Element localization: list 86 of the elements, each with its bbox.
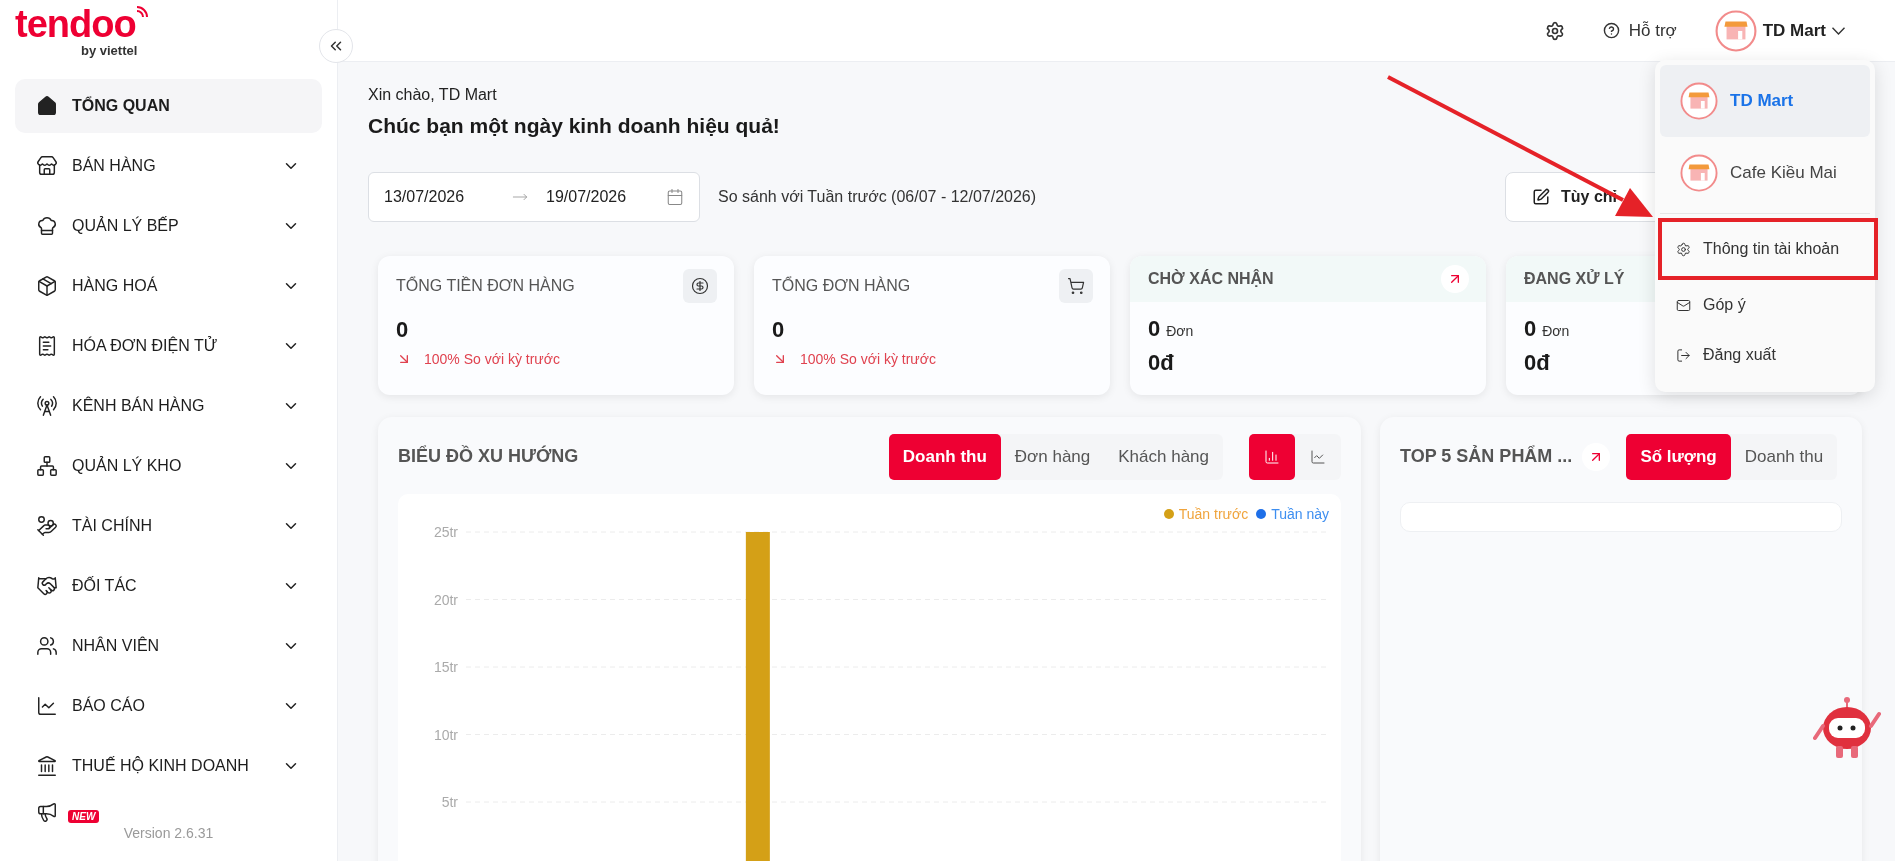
handshake-icon <box>36 575 58 597</box>
edit-icon <box>1532 188 1550 206</box>
store-item[interactable]: Cafe Kiều Mai <box>1660 137 1870 209</box>
tab[interactable]: Số lượng <box>1626 433 1731 480</box>
menu-item[interactable]: Đăng xuất <box>1658 330 1878 380</box>
tab[interactable]: Doanh thu <box>1730 433 1838 480</box>
logout-icon <box>1676 347 1691 363</box>
sidebar-item[interactable]: QUẢN LÝ KHO <box>15 439 322 493</box>
card-value: 0 <box>1524 316 1537 341</box>
change-text: 100% So với kỳ trước <box>800 351 936 367</box>
axis-label: 10tr <box>433 726 458 743</box>
help-button[interactable]: Hỗ trợ <box>1602 20 1677 41</box>
sidebar-item[interactable]: KÊNH BÁN HÀNG <box>15 379 322 433</box>
chef-hat-icon <box>36 215 58 237</box>
card-title: CHỜ XÁC NHẬN <box>1148 270 1274 288</box>
antenna-icon <box>36 395 58 417</box>
signal-waves-icon <box>135 4 150 18</box>
bar-chart-icon <box>1264 448 1280 465</box>
store-icon <box>36 155 58 177</box>
store-avatar-icon <box>1680 154 1718 192</box>
hierarchy-icon <box>36 455 58 477</box>
panel-title: BIỂU ĐỒ XU HƯỚNG <box>398 446 580 467</box>
megaphone-icon[interactable] <box>36 801 58 823</box>
line-chart-icon <box>1310 448 1326 465</box>
calendar-icon <box>666 188 684 206</box>
store-avatar-icon <box>1714 9 1757 52</box>
sidebar-item[interactable]: QUẢN LÝ BẾP <box>15 199 322 253</box>
tab[interactable]: Doanh thu <box>888 433 1001 480</box>
sidebar-item[interactable]: TỔNG QUAN <box>15 79 322 133</box>
version-text: Version 2.6.31 <box>123 825 214 841</box>
tab[interactable]: Đơn hàng <box>1000 433 1105 480</box>
home-icon <box>36 95 58 117</box>
account-button[interactable]: TD Mart <box>1714 9 1845 52</box>
amount-text: 0đ <box>1524 350 1550 376</box>
greeting-text: Xin chào, TD Mart <box>368 86 497 104</box>
menu-item[interactable]: Góp ý <box>1658 280 1878 330</box>
sidebar-item[interactable]: HÀNG HOÁ <box>15 259 322 313</box>
cart-icon[interactable] <box>1059 269 1093 303</box>
mail-icon <box>1676 297 1691 313</box>
change-text: 100% So với kỳ trước <box>424 351 560 367</box>
card-value: 0 <box>1148 316 1161 341</box>
sidebar-item[interactable]: NHÂN VIÊN <box>15 619 322 673</box>
axis-label: 25tr <box>433 524 458 540</box>
collapse-button[interactable] <box>319 29 353 63</box>
sidebar-item[interactable]: TÀI CHÍNH <box>15 499 322 553</box>
coin-icon[interactable] <box>683 269 717 303</box>
greeting-heading: Chúc bạn một ngày kinh doanh hiệu quả! <box>368 114 780 138</box>
bank-icon <box>36 755 58 777</box>
axis-label: 15tr <box>433 659 458 675</box>
card-value: 0 <box>772 317 785 343</box>
amount-text: 0đ <box>1148 350 1174 376</box>
bar-chart-button[interactable] <box>1249 433 1295 480</box>
box-icon <box>36 275 58 297</box>
help-icon <box>1602 22 1620 39</box>
people-icon <box>36 635 58 657</box>
sidebar-item[interactable]: THUẾ HỘ KINH DOANH <box>15 739 322 793</box>
panel-title: TOP 5 SẢN PHẨM ... <box>1400 446 1573 467</box>
card-title: TỔNG ĐƠN HÀNG <box>772 277 911 295</box>
settings-icon <box>1676 241 1691 257</box>
sidebar-item[interactable]: HÓA ĐƠN ĐIỆN TỬ <box>15 319 322 373</box>
store-item[interactable]: TD Mart <box>1660 65 1870 137</box>
card-value: 0 <box>396 317 409 343</box>
unit-text: Đơn <box>1166 323 1194 339</box>
sidebar-item[interactable]: BÁN HÀNG <box>15 139 322 193</box>
brand-tagline: by viettel <box>81 44 138 58</box>
sidebar-item[interactable]: ĐỐI TÁC <box>15 559 322 613</box>
date-range-field[interactable]: 13/07/2026 19/07/2026 <box>368 172 700 222</box>
receipt-icon <box>36 335 58 357</box>
sidebar-item[interactable]: BÁO CÁO <box>15 679 322 733</box>
card-title: TỔNG TIỀN ĐƠN HÀNG <box>396 277 575 295</box>
menu-item[interactable]: Thông tin tài khoản <box>1658 218 1878 280</box>
line-chart-icon <box>36 695 58 717</box>
chevron-icon <box>1832 26 1845 35</box>
unit-text: Đơn <box>1542 323 1570 339</box>
brand-logo: tendoo <box>15 4 136 44</box>
compare-text: So sánh với Tuần trước (06/07 - 12/07/2026) <box>718 188 1038 206</box>
legend-item: Tuần này <box>1256 506 1329 522</box>
legend-item: Tuần trước <box>1163 506 1249 522</box>
store-avatar-icon <box>1680 82 1718 120</box>
new-badge: NEW <box>68 810 100 823</box>
axis-label: 20tr <box>433 591 458 608</box>
settings-icon <box>1544 20 1565 41</box>
settings-button[interactable] <box>1544 20 1565 41</box>
axis-label: 5tr <box>441 794 458 810</box>
tab[interactable]: Khách hàng <box>1104 433 1223 480</box>
card-title: ĐANG XỬ LÝ <box>1524 270 1625 288</box>
